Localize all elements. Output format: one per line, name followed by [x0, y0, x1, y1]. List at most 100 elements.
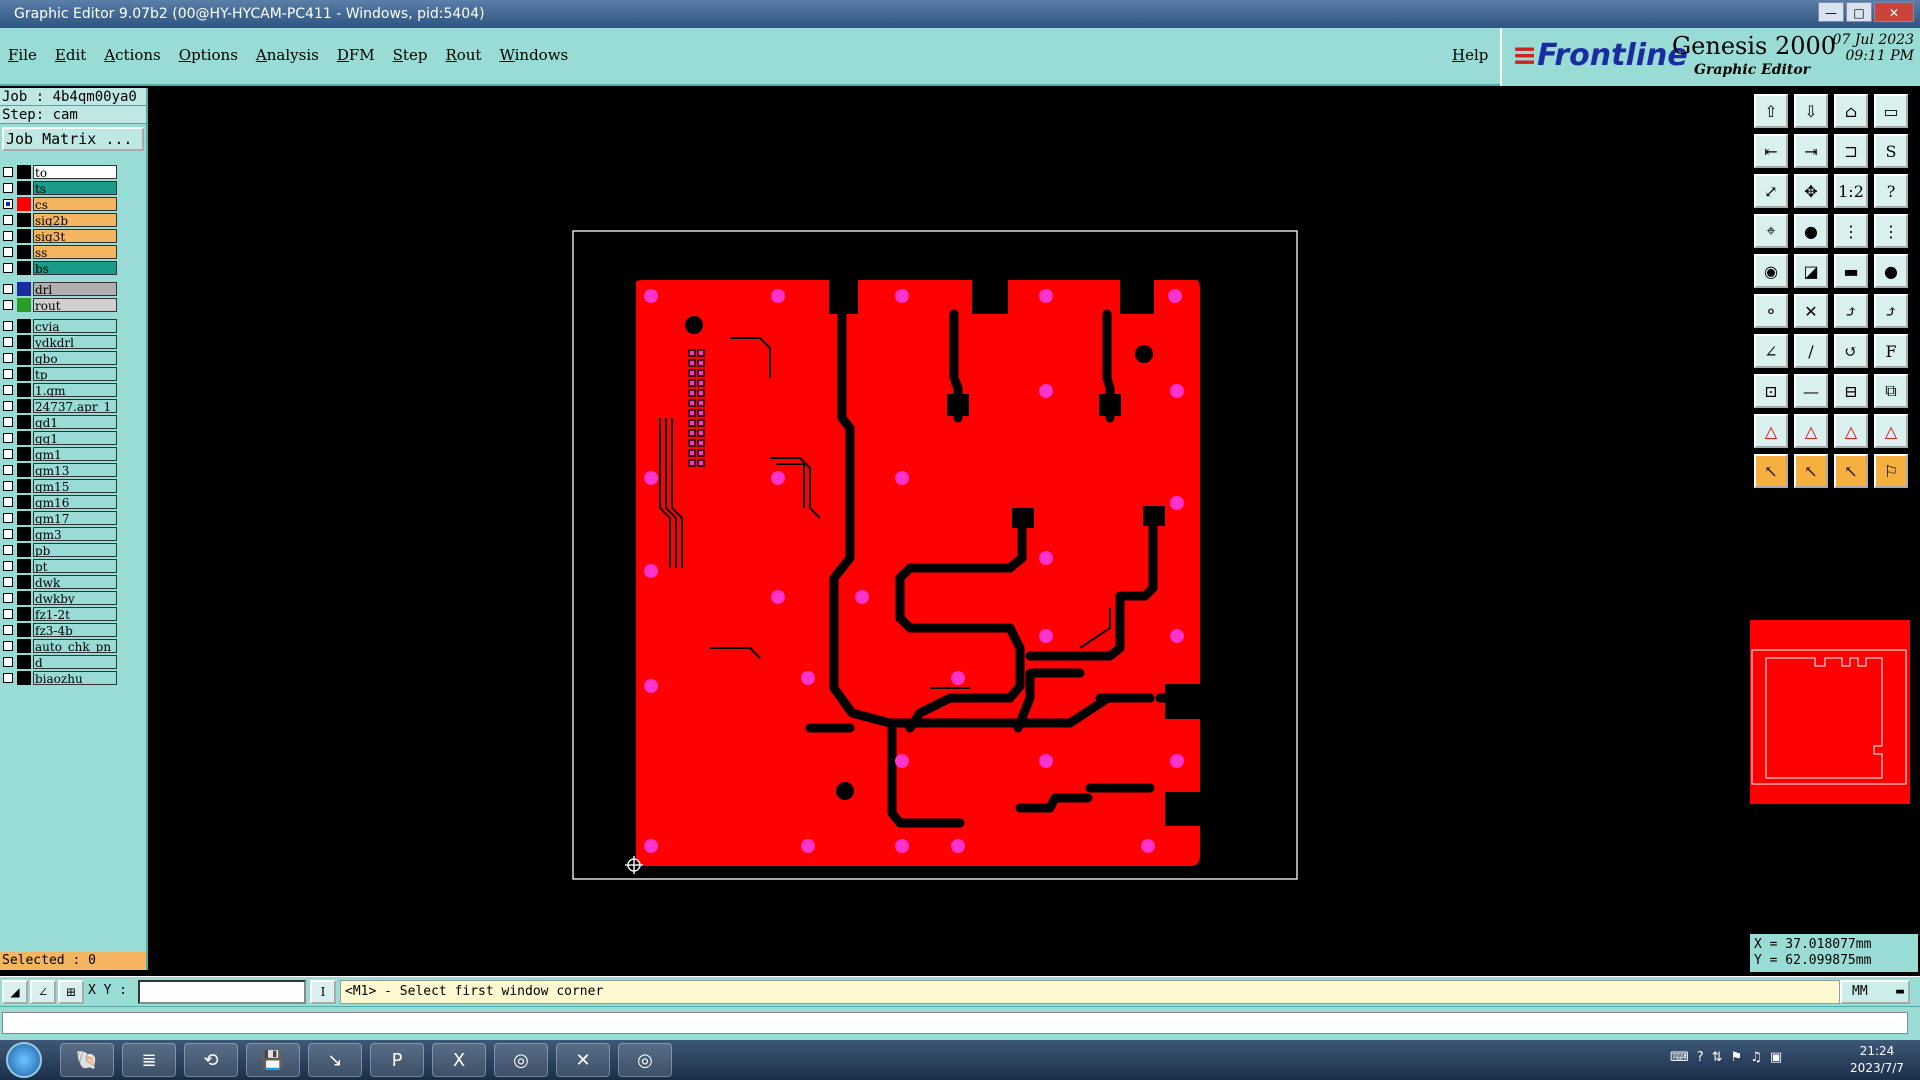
menu-windows[interactable]: Windows — [499, 46, 568, 64]
layer-checkbox[interactable] — [3, 433, 13, 443]
layer-row-1.gm[interactable]: 1.gm — [0, 382, 120, 398]
layer-name[interactable]: gm3 — [33, 527, 117, 541]
layer-name[interactable]: gm1 — [33, 447, 117, 461]
contour-icon[interactable]: ◪ — [1794, 254, 1828, 288]
volume-icon[interactable]: ♫ — [1750, 1050, 1762, 1065]
layer-name[interactable]: gg1 — [33, 431, 117, 445]
layer-row-gd1[interactable]: gd1 — [0, 414, 120, 430]
layer-color-swatch[interactable] — [17, 591, 31, 605]
layer-name[interactable]: sig3t — [33, 229, 117, 243]
layer-name[interactable]: pb — [33, 543, 117, 557]
layer-row-gg1[interactable]: gg1 — [0, 430, 120, 446]
layer-checkbox[interactable] — [3, 497, 13, 507]
menu-edit[interactable]: Edit — [55, 46, 86, 64]
layer-color-swatch[interactable] — [17, 559, 31, 573]
clock[interactable]: 21:24 2023/7/7 — [1840, 1043, 1914, 1077]
taskbar-pointer-icon[interactable]: ↘ — [308, 1043, 362, 1077]
layer-color-swatch[interactable] — [17, 415, 31, 429]
pointer-icon[interactable]: ↖ — [1754, 454, 1788, 488]
layer-checkbox[interactable] — [3, 481, 13, 491]
layer-checkbox[interactable] — [3, 167, 13, 177]
layer-name[interactable]: dwkby — [33, 591, 117, 605]
taskbar-eye-icon[interactable]: ◎ — [494, 1043, 548, 1077]
layer-name[interactable]: cvia — [33, 319, 117, 333]
layer-color-swatch[interactable] — [17, 447, 31, 461]
connect-icon[interactable]: ⤴ — [1834, 294, 1868, 328]
layer-color-swatch[interactable] — [17, 671, 31, 685]
minimize-button[interactable]: — — [1818, 2, 1844, 22]
layer-checkbox[interactable] — [3, 625, 13, 635]
layer-color-swatch[interactable] — [17, 575, 31, 589]
layer-color-swatch[interactable] — [17, 623, 31, 637]
layer-row-gm16[interactable]: gm16 — [0, 494, 120, 510]
menu-file[interactable]: File — [8, 46, 37, 64]
text-icon[interactable]: F — [1874, 334, 1908, 368]
tri-a-icon[interactable]: △ — [1754, 414, 1788, 448]
display-icon[interactable]: ▣ — [1770, 1050, 1782, 1065]
pick-icon[interactable]: ↖ — [1834, 454, 1868, 488]
layer-color-swatch[interactable] — [17, 165, 31, 179]
keyboard-icon[interactable]: ⌨ — [1670, 1050, 1689, 1065]
layer-name[interactable]: fz1-2t — [33, 607, 117, 621]
layer-checkbox[interactable] — [3, 183, 13, 193]
layer-checkbox[interactable] — [3, 337, 13, 347]
layer-color-swatch[interactable] — [17, 463, 31, 477]
layer-name[interactable]: fz3-4b — [33, 623, 117, 637]
arc-icon[interactable]: ↺ — [1834, 334, 1868, 368]
layer-name[interactable]: biaozhu — [33, 671, 117, 685]
frame-icon[interactable]: ⊐ — [1834, 134, 1868, 168]
drc-icon[interactable]: ⋮ — [1874, 214, 1908, 248]
layer-row-dwkby[interactable]: dwkby — [0, 590, 120, 606]
layer-row-gm1[interactable]: gm1 — [0, 446, 120, 462]
layer-row-24737.apr_1[interactable]: 24737.apr_1 — [0, 398, 120, 414]
import-icon[interactable]: ⇤ — [1754, 134, 1788, 168]
layer-name[interactable]: gd1 — [33, 415, 117, 429]
circle-pad-icon[interactable]: ◉ — [1754, 254, 1788, 288]
layer-name[interactable]: bs — [33, 261, 117, 275]
layer-row-ss[interactable]: ss — [0, 244, 120, 260]
layer-name[interactable]: tp — [33, 367, 117, 381]
layer-row-d[interactable]: d — [0, 654, 120, 670]
layer-checkbox[interactable] — [3, 577, 13, 587]
window-icon[interactable]: ▭ — [1874, 94, 1908, 128]
layer-checkbox[interactable] — [3, 465, 13, 475]
edge-icon[interactable]: — — [1794, 374, 1828, 408]
layer-color-swatch[interactable] — [17, 282, 31, 296]
layer-checkbox[interactable] — [3, 215, 13, 225]
taskbar-eye2-icon[interactable]: ◎ — [618, 1043, 672, 1077]
copy-icon[interactable]: ⧉ — [1874, 374, 1908, 408]
layer-row-cs[interactable]: cs — [0, 196, 120, 212]
layer-row-drl[interactable]: drl — [0, 281, 120, 297]
layer-row-pt[interactable]: pt — [0, 558, 120, 574]
layer-name[interactable]: gm13 — [33, 463, 117, 477]
layer-row-gm13[interactable]: gm13 — [0, 462, 120, 478]
layer-row-dwk[interactable]: dwk — [0, 574, 120, 590]
layer-row-to[interactable]: to — [0, 164, 120, 180]
snap-icon[interactable]: S — [1874, 134, 1908, 168]
menu-help[interactable]: Help — [1452, 46, 1488, 64]
layer-checkbox[interactable] — [3, 417, 13, 427]
layer-color-swatch[interactable] — [17, 399, 31, 413]
layer-name[interactable]: sig2b — [33, 213, 117, 227]
layer-color-swatch[interactable] — [17, 511, 31, 525]
line-icon[interactable]: ▬ — [1834, 254, 1868, 288]
layer-color-swatch[interactable] — [17, 367, 31, 381]
measure-icon[interactable]: ∠ — [30, 980, 56, 1004]
layer-checkbox[interactable] — [3, 321, 13, 331]
layer-checkbox[interactable] — [3, 401, 13, 411]
scale-1-2-icon[interactable]: 1:2 — [1834, 174, 1868, 208]
save-icon[interactable]: ⇩ — [1794, 94, 1828, 128]
taskbar-excel-icon[interactable]: X — [432, 1043, 486, 1077]
layer-checkbox[interactable] — [3, 369, 13, 379]
cursor-icon[interactable]: I — [310, 980, 336, 1004]
menu-actions[interactable]: Actions — [104, 46, 160, 64]
layer-checkbox[interactable] — [3, 284, 13, 294]
units-selector[interactable]: MM ▬ — [1840, 980, 1910, 1004]
measure-icon[interactable]: ⌖ — [1754, 214, 1788, 248]
layer-color-swatch[interactable] — [17, 319, 31, 333]
menu-analysis[interactable]: Analysis — [256, 46, 319, 64]
layer-color-swatch[interactable] — [17, 383, 31, 397]
layer-checkbox[interactable] — [3, 263, 13, 273]
start-button[interactable] — [6, 1042, 42, 1078]
layer-color-swatch[interactable] — [17, 245, 31, 259]
